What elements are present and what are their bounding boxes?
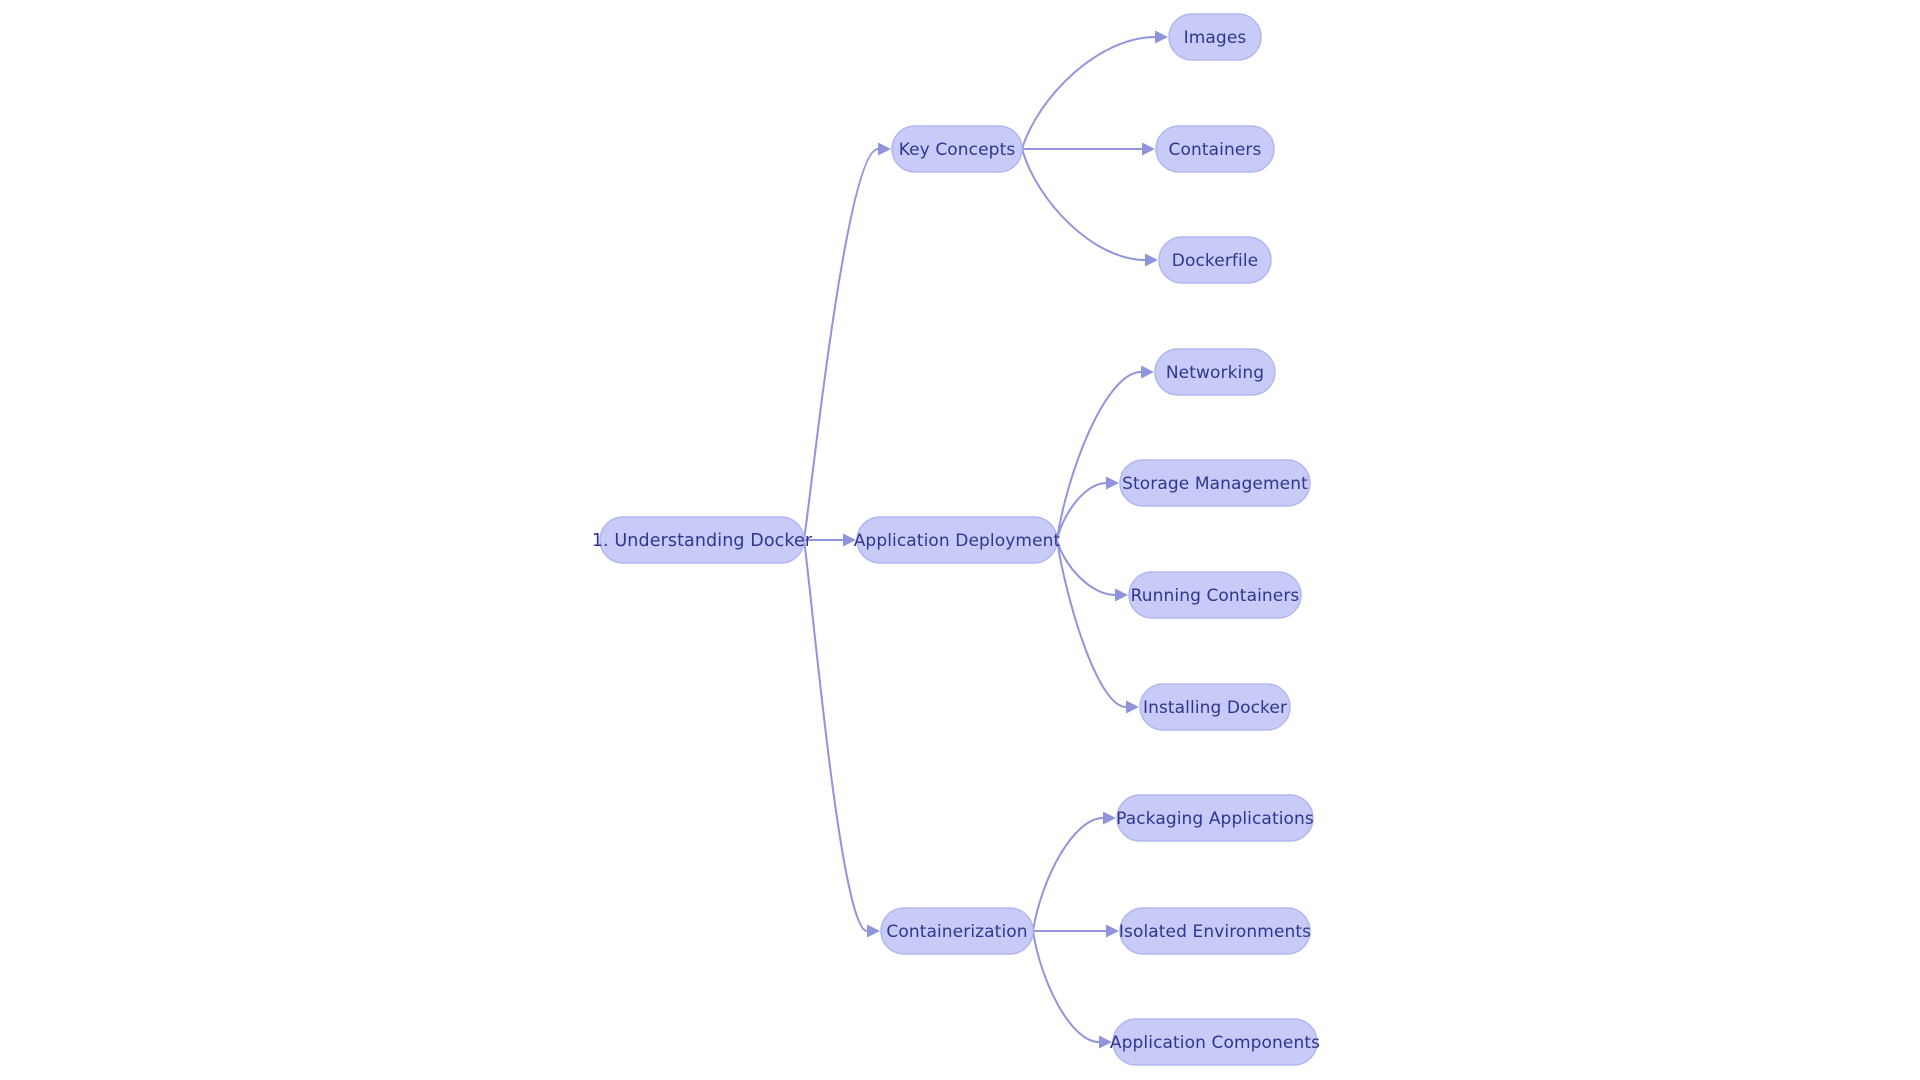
node-leaf-images-label: Images xyxy=(1184,28,1247,48)
edge-root-to-key-concepts xyxy=(803,142,891,541)
node-leaf-packaging-applications-label: Packaging Applications xyxy=(1116,809,1314,829)
node-leaf-running-containers-label: Running Containers xyxy=(1131,586,1300,606)
edge-application-deployment-to-storage-management-arrowhead-icon xyxy=(1106,476,1119,490)
edge-key-concepts-to-dockerfile xyxy=(1021,148,1158,267)
node-leaf-images[interactable]: Images xyxy=(1168,13,1262,61)
mindmap-canvas: 1. Understanding Docker Key Concepts Appli… xyxy=(0,0,1920,1080)
node-leaf-application-components[interactable]: Application Components xyxy=(1110,1018,1320,1066)
edge-application-deployment-to-networking-arrowhead-icon xyxy=(1141,365,1154,379)
node-leaf-packaging-applications[interactable]: Packaging Applications xyxy=(1116,794,1314,842)
edge-key-concepts-to-containers xyxy=(1021,142,1155,156)
node-leaf-networking[interactable]: Networking xyxy=(1154,348,1276,396)
edge-containerization-to-packaging-applications-line xyxy=(1032,817,1104,932)
edge-root-to-key-concepts-line xyxy=(803,148,879,541)
edge-containerization-to-packaging-applications xyxy=(1032,811,1116,932)
edge-containerization-to-packaging-applications-arrowhead-icon xyxy=(1103,811,1116,825)
node-leaf-isolated-environments[interactable]: Isolated Environments xyxy=(1119,907,1311,955)
edge-application-deployment-to-installing-docker-arrowhead-icon xyxy=(1126,700,1139,714)
edge-key-concepts-to-images xyxy=(1021,30,1168,150)
edge-root-to-containerization-arrowhead-icon xyxy=(867,924,880,938)
node-leaf-storage-management-label: Storage Management xyxy=(1122,474,1308,494)
node-root-label: 1. Understanding Docker xyxy=(592,531,813,551)
node-leaf-containers[interactable]: Containers xyxy=(1155,125,1275,173)
edge-key-concepts-to-dockerfile-line xyxy=(1021,148,1146,261)
node-leaf-installing-docker-label: Installing Docker xyxy=(1143,698,1287,718)
edge-root-to-containerization-line xyxy=(803,539,868,932)
edge-application-deployment-to-installing-docker-line xyxy=(1056,539,1127,708)
node-branch-key-concepts[interactable]: Key Concepts xyxy=(891,125,1023,173)
edge-root-to-key-concepts-arrowhead-icon xyxy=(878,142,891,156)
edge-containerization-to-application-components-line xyxy=(1032,930,1100,1043)
edge-application-deployment-to-networking-line xyxy=(1056,371,1142,541)
node-leaf-isolated-environments-label: Isolated Environments xyxy=(1119,922,1311,942)
node-root[interactable]: 1. Understanding Docker xyxy=(592,516,813,564)
node-leaf-installing-docker[interactable]: Installing Docker xyxy=(1139,683,1291,731)
node-branch-containerization-label: Containerization xyxy=(886,922,1027,942)
node-leaf-application-components-label: Application Components xyxy=(1110,1033,1320,1053)
edge-application-deployment-to-networking xyxy=(1056,365,1154,541)
edge-containerization-to-isolated-environments-arrowhead-icon xyxy=(1106,924,1119,938)
edge-application-deployment-to-storage-management-line xyxy=(1056,482,1107,541)
edge-key-concepts-to-containers-arrowhead-icon xyxy=(1142,142,1155,156)
edge-containerization-to-isolated-environments xyxy=(1032,924,1119,938)
node-leaf-dockerfile-label: Dockerfile xyxy=(1172,251,1258,271)
node-leaf-storage-management[interactable]: Storage Management xyxy=(1119,459,1311,507)
node-branch-application-deployment-label: Application Deployment xyxy=(854,531,1061,551)
nodes-layer: 1. Understanding Docker Key Concepts Appli… xyxy=(592,13,1320,1066)
node-branch-key-concepts-label: Key Concepts xyxy=(899,140,1016,160)
edge-application-deployment-to-running-containers-arrowhead-icon xyxy=(1115,588,1128,602)
edge-key-concepts-to-images-line xyxy=(1021,36,1156,150)
node-leaf-dockerfile[interactable]: Dockerfile xyxy=(1158,236,1272,284)
edge-application-deployment-to-storage-management xyxy=(1056,476,1119,541)
node-leaf-networking-label: Networking xyxy=(1166,363,1264,383)
edge-containerization-to-application-components xyxy=(1032,930,1112,1049)
node-leaf-running-containers[interactable]: Running Containers xyxy=(1128,571,1302,619)
edge-key-concepts-to-images-arrowhead-icon xyxy=(1155,30,1168,44)
node-leaf-containers-label: Containers xyxy=(1169,140,1262,160)
node-branch-containerization[interactable]: Containerization xyxy=(880,907,1034,955)
mindmap-svg: 1. Understanding Docker Key Concepts Appli… xyxy=(592,13,1320,1066)
node-branch-application-deployment[interactable]: Application Deployment xyxy=(854,516,1061,564)
edge-root-to-containerization xyxy=(803,539,880,938)
edge-key-concepts-to-dockerfile-arrowhead-icon xyxy=(1145,253,1158,267)
